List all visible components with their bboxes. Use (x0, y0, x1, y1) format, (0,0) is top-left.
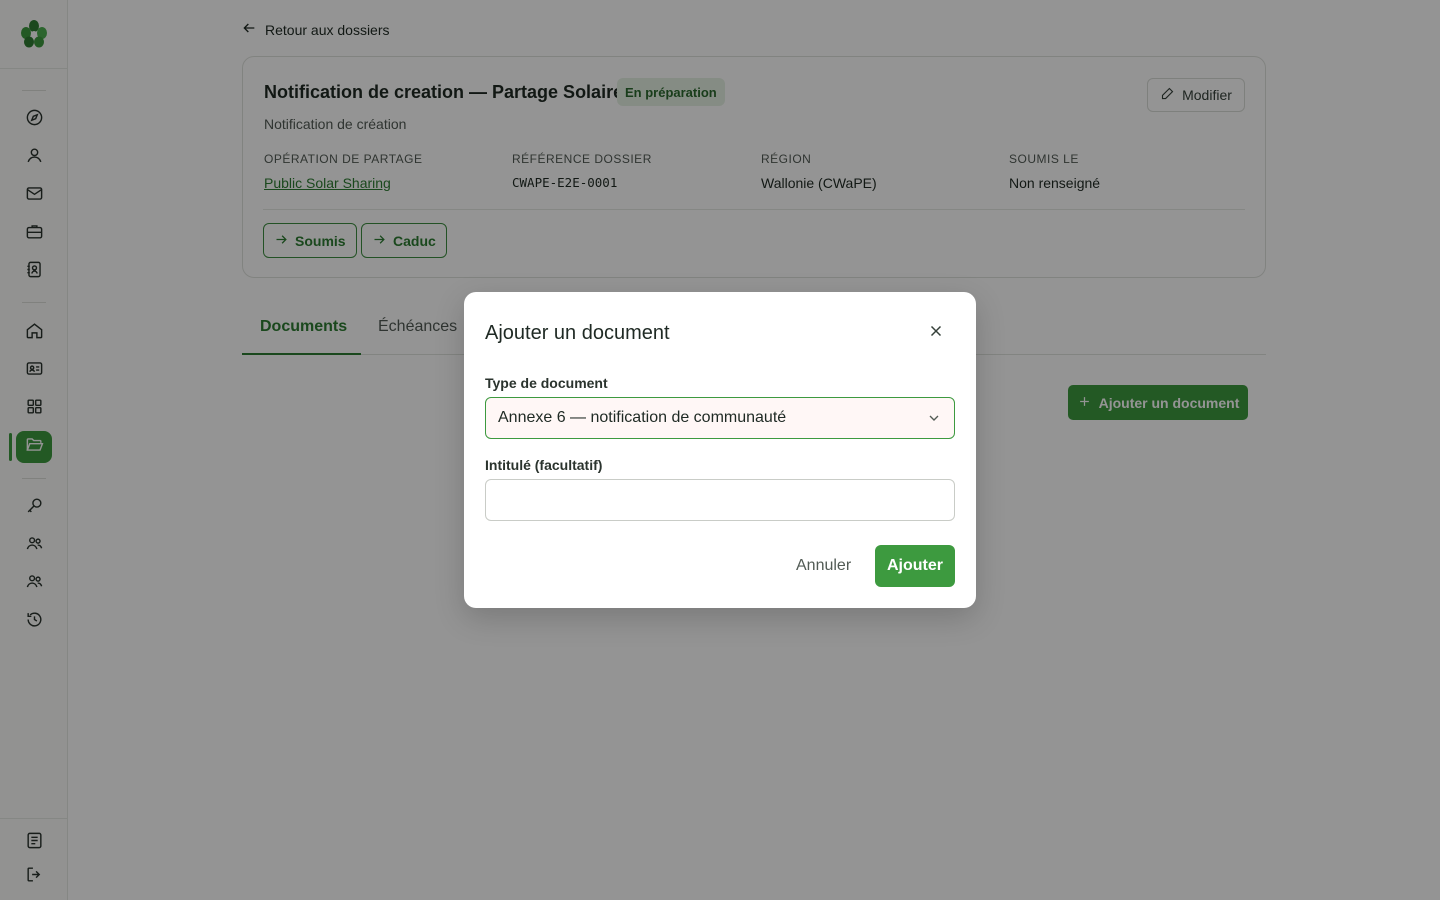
title-label: Intitulé (facultatif) (485, 457, 603, 473)
modal-title: Ajouter un document (485, 322, 670, 344)
submit-button[interactable]: Ajouter (875, 545, 955, 587)
close-icon (927, 322, 945, 345)
close-modal-button[interactable] (924, 321, 948, 345)
title-input[interactable] (485, 479, 955, 521)
add-document-modal: Ajouter un document Type de document Ann… (464, 292, 976, 608)
cancel-button[interactable]: Annuler (786, 545, 861, 587)
document-type-select[interactable]: Annexe 6 — notification de communauté (485, 397, 955, 439)
document-type-label: Type de document (485, 375, 608, 391)
document-type-value: Annexe 6 — notification de communauté (498, 409, 787, 426)
